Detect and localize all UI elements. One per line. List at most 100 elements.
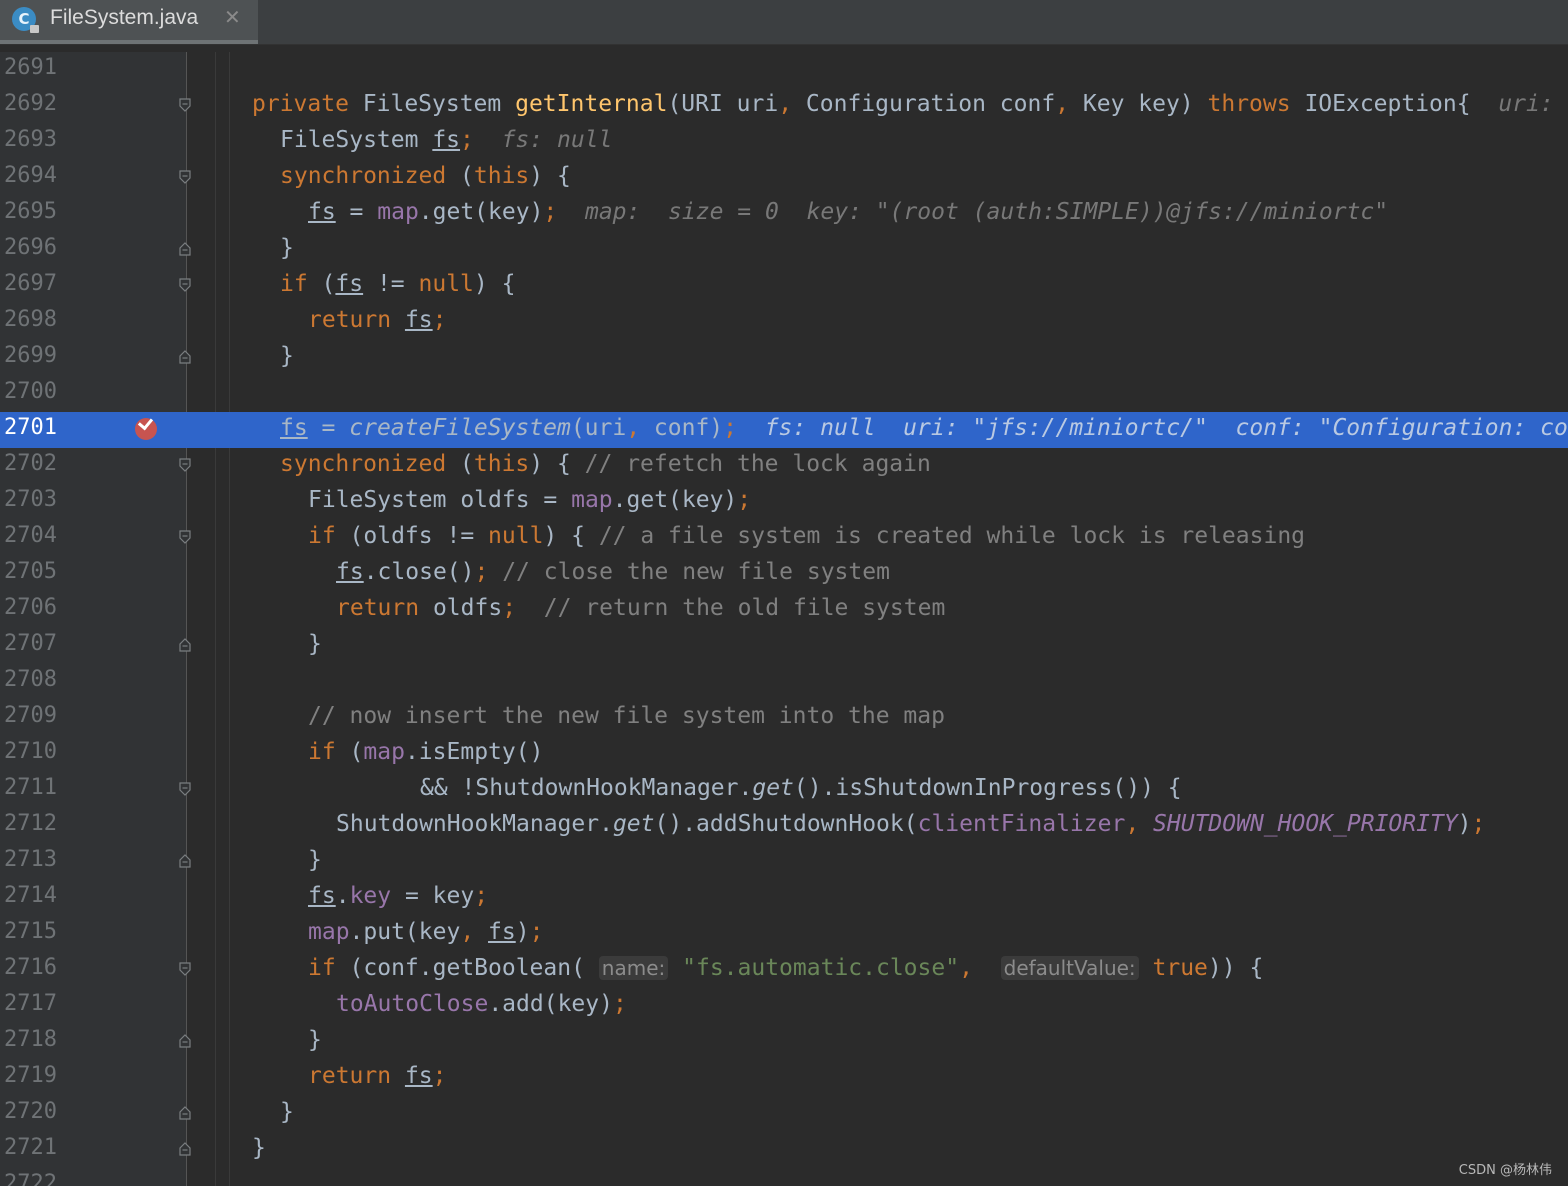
code-text[interactable]: fs = createFileSystem(uri, conf); fs: nu… <box>280 415 1568 441</box>
fold-end-icon[interactable] <box>179 1034 191 1048</box>
code-line[interactable]: 2704 if (oldfs != null) { // a file syste… <box>0 520 1568 556</box>
code-line[interactable]: 2719 return fs; <box>0 1060 1568 1096</box>
code-text[interactable]: if (oldfs != null) { // a file system is… <box>308 523 1305 549</box>
line-number[interactable]: 2701 <box>4 415 57 440</box>
code-line[interactable]: 2715 map.put(key, fs); <box>0 916 1568 952</box>
code-text[interactable]: return fs; <box>308 307 447 333</box>
code-line[interactable]: 2706 return oldfs; // return the old file… <box>0 592 1568 628</box>
line-number[interactable]: 2711 <box>4 775 57 800</box>
fold-collapse-icon[interactable] <box>179 98 191 112</box>
code-line[interactable]: 2713} <box>0 844 1568 880</box>
fold-collapse-icon[interactable] <box>179 530 191 544</box>
code-text[interactable]: toAutoClose.add(key); <box>336 991 627 1017</box>
code-text[interactable]: synchronized (this) { <box>280 163 571 189</box>
code-line[interactable]: 2693 FileSystem fs; fs: null <box>0 124 1568 160</box>
code-text[interactable]: ShutdownHookManager.get().addShutdownHoo… <box>336 811 1485 837</box>
line-number[interactable]: 2697 <box>4 271 57 296</box>
code-text[interactable]: } <box>252 1135 266 1161</box>
fold-end-icon[interactable] <box>179 242 191 256</box>
line-number[interactable]: 2698 <box>4 307 57 332</box>
fold-collapse-icon[interactable] <box>179 458 191 472</box>
code-line[interactable]: 2711 && !ShutdownHookManager.get().isShut… <box>0 772 1568 808</box>
code-text[interactable]: // now insert the new file system into t… <box>308 703 945 729</box>
code-line[interactable]: 2714 fs.key = key; <box>0 880 1568 916</box>
code-line[interactable]: 2717 toAutoClose.add(key); <box>0 988 1568 1024</box>
code-text[interactable]: FileSystem oldfs = map.get(key); <box>308 487 751 513</box>
line-number[interactable]: 2719 <box>4 1063 57 1088</box>
current-execution-line[interactable]: 2701 fs = createFileSystem(uri, conf); fs… <box>0 412 1568 448</box>
code-text[interactable]: fs = map.get(key); map: size = 0 key: "(… <box>308 199 1388 225</box>
code-line[interactable]: 2718} <box>0 1024 1568 1060</box>
line-number[interactable]: 2694 <box>4 163 57 188</box>
line-number[interactable]: 2706 <box>4 595 57 620</box>
line-number[interactable]: 2718 <box>4 1027 57 1052</box>
code-text[interactable]: } <box>280 1099 294 1125</box>
line-number[interactable]: 2699 <box>4 343 57 368</box>
line-number[interactable]: 2721 <box>4 1135 57 1160</box>
code-line[interactable]: 2702 synchronized (this) { // refetch the… <box>0 448 1568 484</box>
code-text[interactable]: FileSystem fs; fs: null <box>280 127 612 153</box>
code-text[interactable]: } <box>308 631 322 657</box>
close-icon[interactable]: ✕ <box>224 5 241 29</box>
code-text[interactable]: fs.key = key; <box>308 883 488 909</box>
fold-end-icon[interactable] <box>179 350 191 364</box>
code-line[interactable]: 2691 <box>0 52 1568 88</box>
code-text[interactable]: synchronized (this) { // refetch the loc… <box>280 451 931 477</box>
tab-filesystem-java[interactable]: C FileSystem.java ✕ <box>0 0 258 44</box>
code-text[interactable]: } <box>280 343 294 369</box>
code-text[interactable]: if (conf.getBoolean( name: "fs.automatic… <box>308 955 1263 981</box>
fold-end-icon[interactable] <box>179 1106 191 1120</box>
line-number[interactable]: 2716 <box>4 955 57 980</box>
code-line[interactable]: 2695 fs = map.get(key); map: size = 0 key… <box>0 196 1568 232</box>
line-number[interactable]: 2710 <box>4 739 57 764</box>
line-number[interactable]: 2696 <box>4 235 57 260</box>
line-number[interactable]: 2720 <box>4 1099 57 1124</box>
code-text[interactable]: if (map.isEmpty() <box>308 739 543 765</box>
line-number[interactable]: 2717 <box>4 991 57 1016</box>
line-number[interactable]: 2708 <box>4 667 57 692</box>
fold-end-icon[interactable] <box>179 638 191 652</box>
code-line[interactable]: 2709 // now insert the new file system in… <box>0 700 1568 736</box>
fold-end-icon[interactable] <box>179 854 191 868</box>
line-number[interactable]: 2705 <box>4 559 57 584</box>
line-number[interactable]: 2707 <box>4 631 57 656</box>
fold-collapse-icon[interactable] <box>179 170 191 184</box>
code-text[interactable]: return fs; <box>308 1063 447 1089</box>
code-line[interactable]: 2721} <box>0 1132 1568 1168</box>
line-number[interactable]: 2722 <box>4 1171 57 1186</box>
code-line[interactable]: 2698 return fs; <box>0 304 1568 340</box>
fold-end-icon[interactable] <box>179 1142 191 1156</box>
line-number[interactable]: 2691 <box>4 55 57 80</box>
code-line[interactable]: 2716 if (conf.getBoolean( name: "fs.autom… <box>0 952 1568 988</box>
code-text[interactable]: map.put(key, fs); <box>308 919 543 945</box>
line-number[interactable]: 2709 <box>4 703 57 728</box>
breakpoint-icon[interactable] <box>135 418 157 440</box>
line-number[interactable]: 2692 <box>4 91 57 116</box>
line-number[interactable]: 2704 <box>4 523 57 548</box>
code-line[interactable]: 2699} <box>0 340 1568 376</box>
line-number[interactable]: 2693 <box>4 127 57 152</box>
fold-collapse-icon[interactable] <box>179 962 191 976</box>
code-line[interactable]: 2697 if (fs != null) { <box>0 268 1568 304</box>
code-line[interactable]: 2720} <box>0 1096 1568 1132</box>
code-line[interactable]: 2703 FileSystem oldfs = map.get(key); <box>0 484 1568 520</box>
line-number[interactable]: 2702 <box>4 451 57 476</box>
code-text[interactable]: && !ShutdownHookManager.get().isShutdown… <box>420 775 1182 801</box>
line-number[interactable]: 2700 <box>4 379 57 404</box>
code-line[interactable]: 2708 <box>0 664 1568 700</box>
code-text[interactable]: private FileSystem getInternal(URI uri, … <box>252 91 1568 117</box>
fold-collapse-icon[interactable] <box>179 782 191 796</box>
code-line[interactable]: 2707} <box>0 628 1568 664</box>
line-number[interactable]: 2715 <box>4 919 57 944</box>
code-line[interactable]: 2696} <box>0 232 1568 268</box>
code-text[interactable]: return oldfs; // return the old file sys… <box>336 595 945 621</box>
code-text[interactable]: } <box>280 235 294 261</box>
code-text[interactable]: fs.close(); // close the new file system <box>336 559 890 585</box>
code-text[interactable]: } <box>308 847 322 873</box>
line-number[interactable]: 2712 <box>4 811 57 836</box>
code-line[interactable]: 2700 <box>0 376 1568 412</box>
code-editor[interactable]: 2691 2692 private FileSystem getInternal(U… <box>0 52 1568 1186</box>
code-text[interactable]: if (fs != null) { <box>280 271 515 297</box>
line-number[interactable]: 2695 <box>4 199 57 224</box>
line-number[interactable]: 2713 <box>4 847 57 872</box>
